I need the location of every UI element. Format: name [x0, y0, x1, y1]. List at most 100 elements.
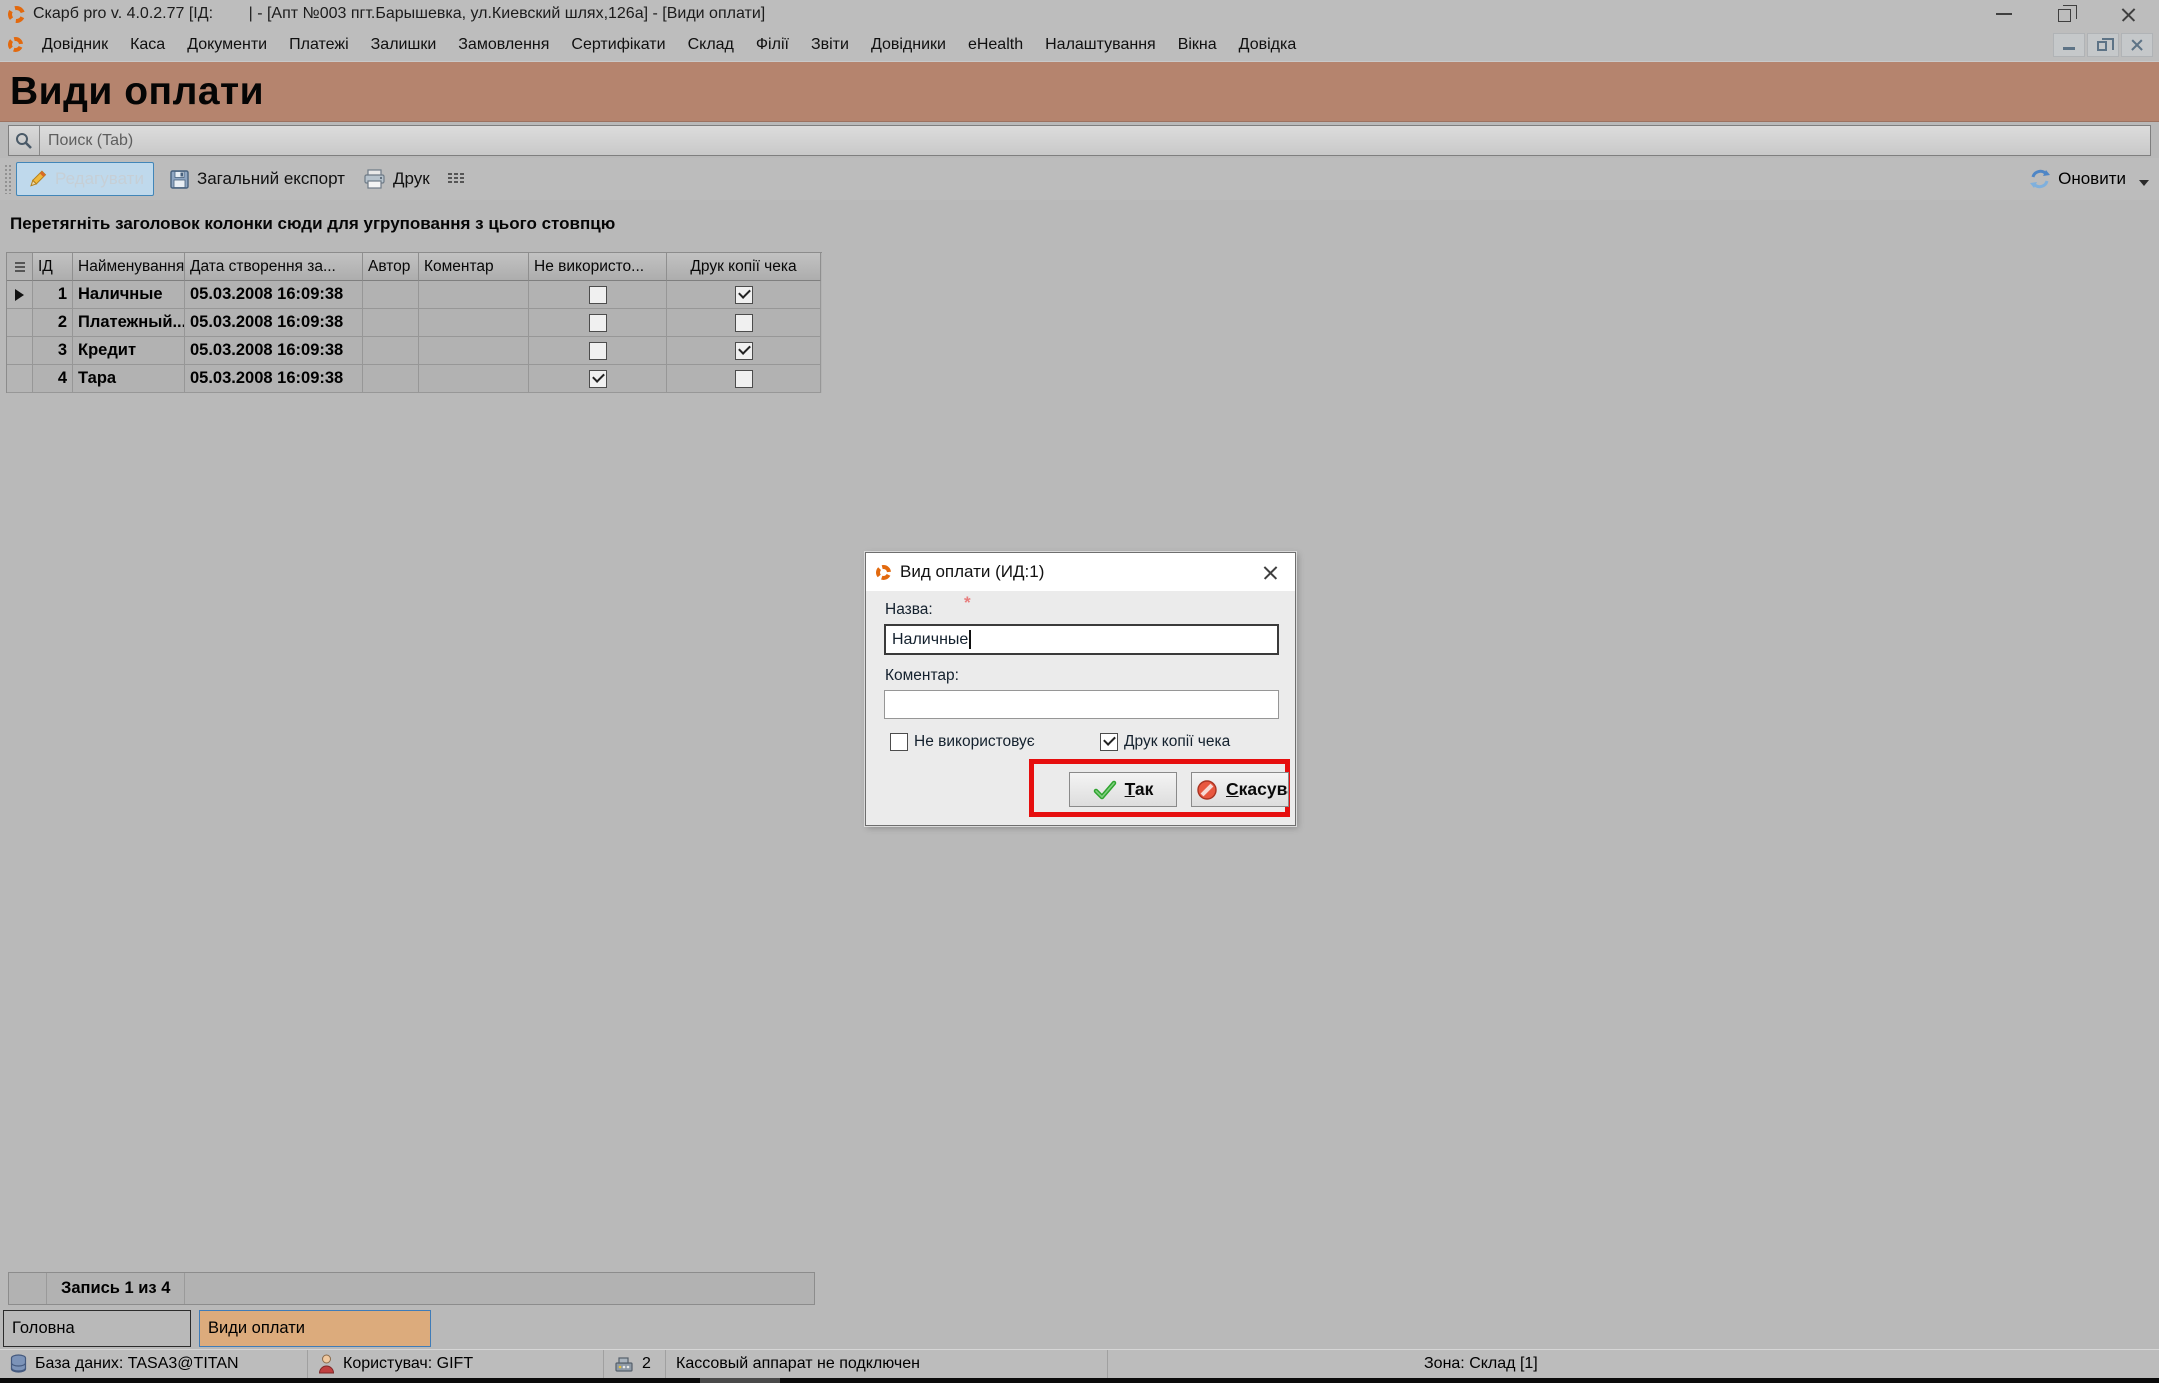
print-copy-cell-checkbox[interactable]	[735, 286, 753, 304]
refresh-button[interactable]: Оновити	[2029, 168, 2149, 190]
ok-button[interactable]: Так	[1069, 772, 1177, 807]
search-input[interactable]: Поиск (Tab)	[48, 132, 133, 150]
print-copy-cell-checkbox[interactable]	[735, 314, 753, 332]
menu-item-6[interactable]: Замовлення	[447, 31, 560, 59]
toolbar-drag-handle[interactable]	[4, 164, 12, 194]
table-cell[interactable]	[419, 337, 529, 365]
table-cell[interactable]	[529, 281, 667, 309]
minimize-button[interactable]	[1973, 0, 2035, 28]
bottom-tab-2[interactable]: Види оплати	[199, 1310, 431, 1347]
mdi-close-button[interactable]	[2121, 33, 2153, 57]
table-row-1[interactable]: 1Наличные05.03.2008 16:09:38	[7, 281, 822, 309]
table-cell[interactable]: Кредит	[73, 337, 185, 365]
column-chooser-button[interactable]	[439, 168, 473, 190]
cancel-button[interactable]: Скасувати	[1191, 772, 1289, 807]
menu-item-9[interactable]: Філії	[745, 31, 800, 59]
table-cell[interactable]: 05.03.2008 16:09:38	[185, 365, 363, 393]
column-header-2[interactable]: Найменування	[73, 253, 185, 281]
column-header-3[interactable]: Дата створення за...	[185, 253, 363, 281]
table-cell[interactable]	[7, 281, 33, 309]
dialog-titlebar: Вид оплати (ИД:1)	[866, 553, 1295, 591]
not-used-cell-checkbox[interactable]	[589, 314, 607, 332]
table-cell[interactable]	[419, 365, 529, 393]
table-cell[interactable]	[419, 309, 529, 337]
mdi-restore-button[interactable]	[2087, 33, 2119, 57]
print-copy-checkbox[interactable]: Друк копії чека	[1100, 733, 1230, 751]
table-cell[interactable]: 2	[33, 309, 73, 337]
table-cell[interactable]	[7, 309, 33, 337]
print-copy-checkbox-box[interactable]	[1100, 733, 1118, 751]
restore-icon	[2058, 9, 2071, 22]
bottom-tab-1[interactable]: Головна	[3, 1310, 191, 1347]
export-button[interactable]: Загальний експорт	[160, 164, 354, 195]
table-row-2[interactable]: 2Платежный...05.03.2008 16:09:38	[7, 309, 822, 337]
not-used-checkbox[interactable]: Не використовує	[890, 733, 1035, 751]
table-cell[interactable]	[7, 365, 33, 393]
menu-item-5[interactable]: Залишки	[360, 31, 448, 59]
table-cell[interactable]	[667, 365, 821, 393]
table-corner-cell[interactable]	[7, 253, 33, 281]
comment-input[interactable]	[884, 690, 1279, 719]
search-bar[interactable]: Поиск (Tab)	[8, 125, 2151, 156]
table-cell[interactable]: Тара	[73, 365, 185, 393]
menu-item-11[interactable]: Довідники	[860, 31, 957, 59]
menu-item-13[interactable]: Налаштування	[1034, 31, 1167, 59]
table-cell[interactable]: Платежный...	[73, 309, 185, 337]
print-copy-cell-checkbox[interactable]	[735, 342, 753, 360]
print-copy-cell-checkbox[interactable]	[735, 370, 753, 388]
table-row-4[interactable]: 4Тара05.03.2008 16:09:38	[7, 365, 822, 393]
table-cell[interactable]	[363, 281, 419, 309]
close-button[interactable]	[2097, 0, 2159, 28]
menu-item-2[interactable]: Каса	[119, 31, 176, 59]
table-cell[interactable]	[7, 337, 33, 365]
menu-item-7[interactable]: Сертифікати	[560, 31, 676, 59]
menu-item-4[interactable]: Платежі	[278, 31, 360, 59]
menu-item-12[interactable]: eHealth	[957, 31, 1034, 59]
column-header-4[interactable]: Автор	[363, 253, 419, 281]
table-cell[interactable]	[667, 309, 821, 337]
menu-item-8[interactable]: Склад	[677, 31, 745, 59]
table-cell[interactable]	[419, 281, 529, 309]
table-cell[interactable]	[363, 365, 419, 393]
app-logo-icon	[8, 6, 25, 23]
table-cell[interactable]	[363, 337, 419, 365]
ok-button-label: Так	[1125, 779, 1154, 800]
column-header-1[interactable]: ІД	[33, 253, 73, 281]
restore-button[interactable]	[2035, 0, 2097, 28]
search-button[interactable]	[9, 126, 40, 155]
table-cell[interactable]: Наличные	[73, 281, 185, 309]
table-cell[interactable]	[529, 309, 667, 337]
table-cell[interactable]	[667, 337, 821, 365]
not-used-cell-checkbox[interactable]	[589, 342, 607, 360]
menu-item-10[interactable]: Звіти	[800, 31, 860, 59]
menu-item-1[interactable]: Довідник	[31, 31, 119, 59]
table-cell[interactable]	[667, 281, 821, 309]
table-cell[interactable]	[529, 337, 667, 365]
print-button[interactable]: Друк	[354, 164, 439, 195]
table-cell[interactable]: 05.03.2008 16:09:38	[185, 337, 363, 365]
table-cell[interactable]	[529, 365, 667, 393]
column-header-7[interactable]: Друк копії чека	[667, 253, 821, 281]
column-header-6[interactable]: Не використо...	[529, 253, 667, 281]
mdi-minimize-button[interactable]	[2053, 33, 2085, 57]
dialog-close-button[interactable]	[1255, 557, 1285, 587]
column-header-5[interactable]: Коментар	[419, 253, 529, 281]
table-row-3[interactable]: 3Кредит05.03.2008 16:09:38	[7, 337, 822, 365]
not-used-cell-checkbox[interactable]	[589, 286, 607, 304]
menu-item-3[interactable]: Документи	[176, 31, 278, 59]
name-input[interactable]: Наличные	[884, 624, 1279, 655]
table-cell[interactable]: 05.03.2008 16:09:38	[185, 281, 363, 309]
table-cell[interactable]: 4	[33, 365, 73, 393]
not-used-cell-checkbox[interactable]	[589, 370, 607, 388]
table-cell[interactable]: 3	[33, 337, 73, 365]
table-cell[interactable]: 05.03.2008 16:09:38	[185, 309, 363, 337]
edit-button[interactable]: Редагувати	[16, 162, 154, 196]
not-used-checkbox-box[interactable]	[890, 733, 908, 751]
menu-item-15[interactable]: Довідка	[1228, 31, 1308, 59]
database-label: База даних: TASA3@TITAN	[35, 1355, 239, 1373]
menu-item-14[interactable]: Вікна	[1167, 31, 1228, 59]
refresh-dropdown-icon[interactable]	[2139, 180, 2149, 186]
table-cell[interactable]: 1	[33, 281, 73, 309]
user-icon	[318, 1354, 335, 1374]
table-cell[interactable]	[363, 309, 419, 337]
